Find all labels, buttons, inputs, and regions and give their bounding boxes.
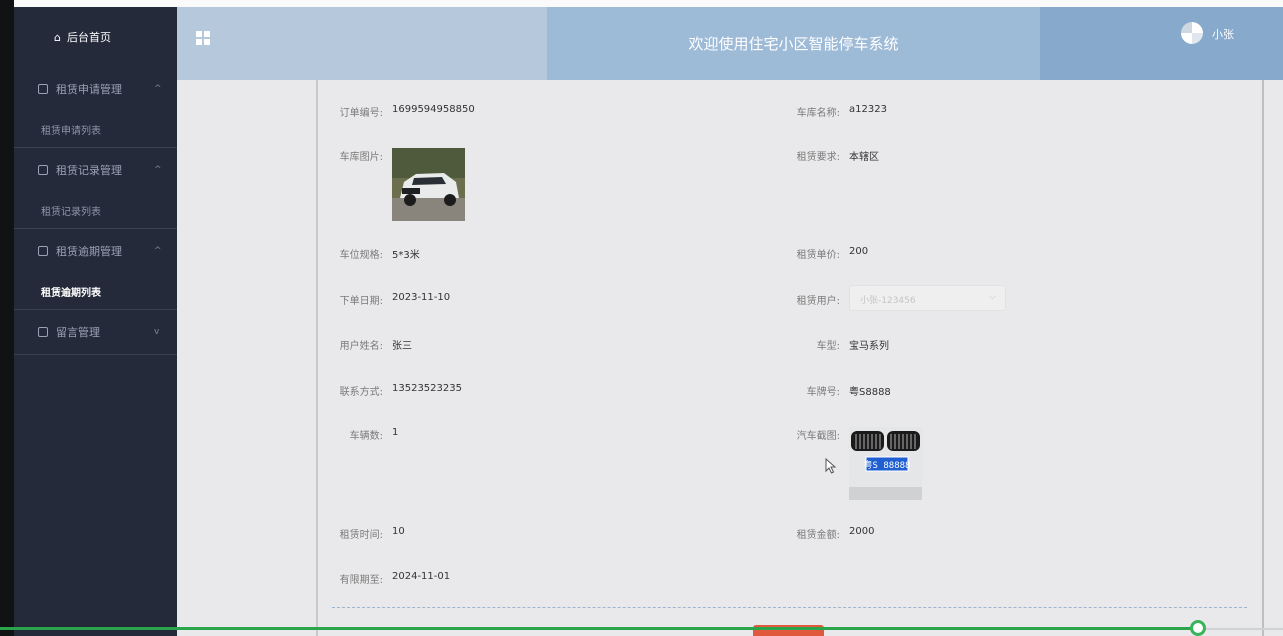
- sidebar-group-title[interactable]: 租赁逾期管理 ^: [14, 229, 177, 273]
- chevron-up-icon: ^: [154, 246, 162, 256]
- field-rent-requirement: 租赁要求: 本辖区: [784, 148, 879, 163]
- field-car-screenshot: 汽车截图: 粤S 88888: [784, 427, 922, 500]
- field-value: 粤S8888: [849, 387, 891, 398]
- page-title: 欢迎使用住宅小区智能停车系统: [547, 7, 1040, 80]
- sidebar-group-title[interactable]: 留言管理 v: [14, 310, 177, 354]
- field-value: 1: [392, 427, 399, 438]
- avatar[interactable]: [1181, 22, 1203, 44]
- progress-handle[interactable]: [1190, 620, 1206, 636]
- field-label: 订单编号:: [339, 108, 383, 119]
- field-car-model: 车型: 宝马系列: [784, 337, 889, 352]
- field-label: 车牌号:: [806, 387, 840, 398]
- user-area: 小张: [1040, 7, 1283, 80]
- select-value: 小张-123456: [860, 296, 916, 306]
- username[interactable]: 小张: [1212, 26, 1234, 42]
- document-icon: [38, 84, 48, 94]
- field-label: 用户姓名:: [339, 341, 383, 352]
- chevron-up-icon: ^: [154, 165, 162, 175]
- content-divider: [316, 80, 318, 636]
- field-label: 租赁单价:: [796, 250, 840, 261]
- field-vehicle-count: 车辆数: 1: [327, 427, 399, 442]
- sidebar-group-rent-overdue: 租赁逾期管理 ^ 租赁逾期列表: [14, 229, 177, 310]
- top-header: 欢迎使用住宅小区智能停车系统 小张: [177, 7, 1283, 80]
- sidebar: ⌂ 后台首页 租赁申请管理 ^ 租赁申请列表 租赁记录管理 ^ 租赁记录列表 租…: [14, 7, 177, 636]
- sidebar-group-title[interactable]: 租赁记录管理 ^: [14, 148, 177, 192]
- video-progress-bar[interactable]: [0, 620, 1283, 636]
- field-label: 租赁金额:: [796, 530, 840, 541]
- document-icon: [38, 246, 48, 256]
- sidebar-item-rent-record-list[interactable]: 租赁记录列表: [14, 192, 177, 228]
- field-label: 车库图片:: [339, 152, 383, 163]
- field-garage-image: 车库图片:: [327, 148, 465, 221]
- field-valid-until: 有限期至: 2024-11-01: [327, 571, 451, 586]
- field-label: 租赁用户:: [796, 296, 840, 307]
- field-plate-no: 车牌号: 粤S8888: [784, 383, 891, 398]
- top-edge-strip: [14, 0, 1283, 7]
- rent-user-select[interactable]: 小张-123456 ⌵: [849, 285, 1006, 311]
- sidebar-group-rent-record: 租赁记录管理 ^ 租赁记录列表: [14, 148, 177, 229]
- field-value: 1699594958850: [392, 104, 475, 115]
- sidebar-home[interactable]: ⌂ 后台首页: [14, 7, 177, 67]
- sidebar-group-title[interactable]: 租赁申请管理 ^: [14, 67, 177, 111]
- field-label: 汽车截图:: [796, 431, 840, 442]
- progress-fill: [0, 627, 1198, 630]
- field-value: 200: [849, 246, 869, 257]
- plate-text: 粤S 88888: [864, 459, 911, 471]
- field-value: 本辖区: [849, 152, 879, 163]
- sidebar-item-rent-apply-list[interactable]: 租赁申请列表: [14, 111, 177, 147]
- chevron-down-icon: ⌵: [989, 292, 996, 302]
- content-divider: [1262, 80, 1264, 636]
- sidebar-group-label: 租赁逾期管理: [56, 245, 122, 258]
- sidebar-group-label: 租赁申请管理: [56, 83, 122, 96]
- field-label: 租赁时间:: [339, 530, 383, 541]
- field-garage-name: 车库名称: a12323: [784, 104, 887, 119]
- left-edge-strip: [0, 0, 14, 636]
- field-label: 联系方式:: [339, 387, 383, 398]
- home-icon: ⌂: [54, 30, 61, 44]
- form-divider: [332, 607, 1247, 608]
- sidebar-item-rent-overdue-list[interactable]: 租赁逾期列表: [14, 273, 177, 309]
- document-icon: [38, 165, 48, 175]
- sidebar-group-label: 留言管理: [56, 326, 100, 339]
- sidebar-group-messages: 留言管理 v: [14, 310, 177, 355]
- field-order-date: 下单日期: 2023-11-10: [327, 292, 451, 307]
- field-value: 2023-11-10: [392, 292, 451, 303]
- field-label: 有限期至:: [339, 575, 383, 586]
- field-value: 宝马系列: [849, 341, 889, 352]
- field-value: a12323: [849, 104, 887, 115]
- mouse-cursor-icon: [825, 458, 837, 474]
- field-space-spec: 车位规格: 5*3米: [327, 246, 420, 261]
- field-rent-amount: 租赁金额: 2000: [784, 526, 875, 541]
- sidebar-home-label: 后台首页: [66, 31, 111, 44]
- sidebar-group-rent-apply: 租赁申请管理 ^ 租赁申请列表: [14, 67, 177, 148]
- detail-content: 订单编号: 1699594958850 车库图片: 车位规格: 5*3米 下单日…: [177, 80, 1283, 636]
- field-label: 租赁要求:: [796, 152, 840, 163]
- field-rent-user: 租赁用户: 小张-123456 ⌵: [784, 285, 1006, 318]
- field-user-name: 用户姓名: 张三: [327, 337, 412, 352]
- picture-icon: [38, 327, 48, 337]
- field-label: 车位规格:: [339, 250, 383, 261]
- field-contact: 联系方式: 13523523235: [327, 383, 462, 398]
- field-label: 车库名称:: [796, 108, 840, 119]
- field-value: 2000: [849, 526, 875, 537]
- field-value: 13523523235: [392, 383, 462, 394]
- field-order-no: 订单编号: 1699594958850: [327, 104, 475, 119]
- chevron-down-icon: v: [154, 327, 160, 337]
- field-rent-time: 租赁时间: 10: [327, 526, 405, 541]
- field-label: 车型:: [816, 341, 840, 352]
- car-screenshot-image[interactable]: 粤S 88888: [849, 427, 922, 500]
- field-value: 5*3米: [392, 250, 420, 261]
- field-unit-price: 租赁单价: 200: [784, 246, 868, 261]
- chevron-up-icon: ^: [154, 84, 162, 94]
- field-label: 车辆数:: [349, 431, 383, 442]
- field-value: 10: [392, 526, 405, 537]
- menu-grid-icon[interactable]: [196, 31, 210, 45]
- field-value: 2024-11-01: [392, 571, 451, 582]
- field-label: 下单日期:: [339, 296, 383, 307]
- garage-image[interactable]: [392, 148, 465, 221]
- sidebar-group-label: 租赁记录管理: [56, 164, 122, 177]
- field-value: 张三: [392, 341, 412, 352]
